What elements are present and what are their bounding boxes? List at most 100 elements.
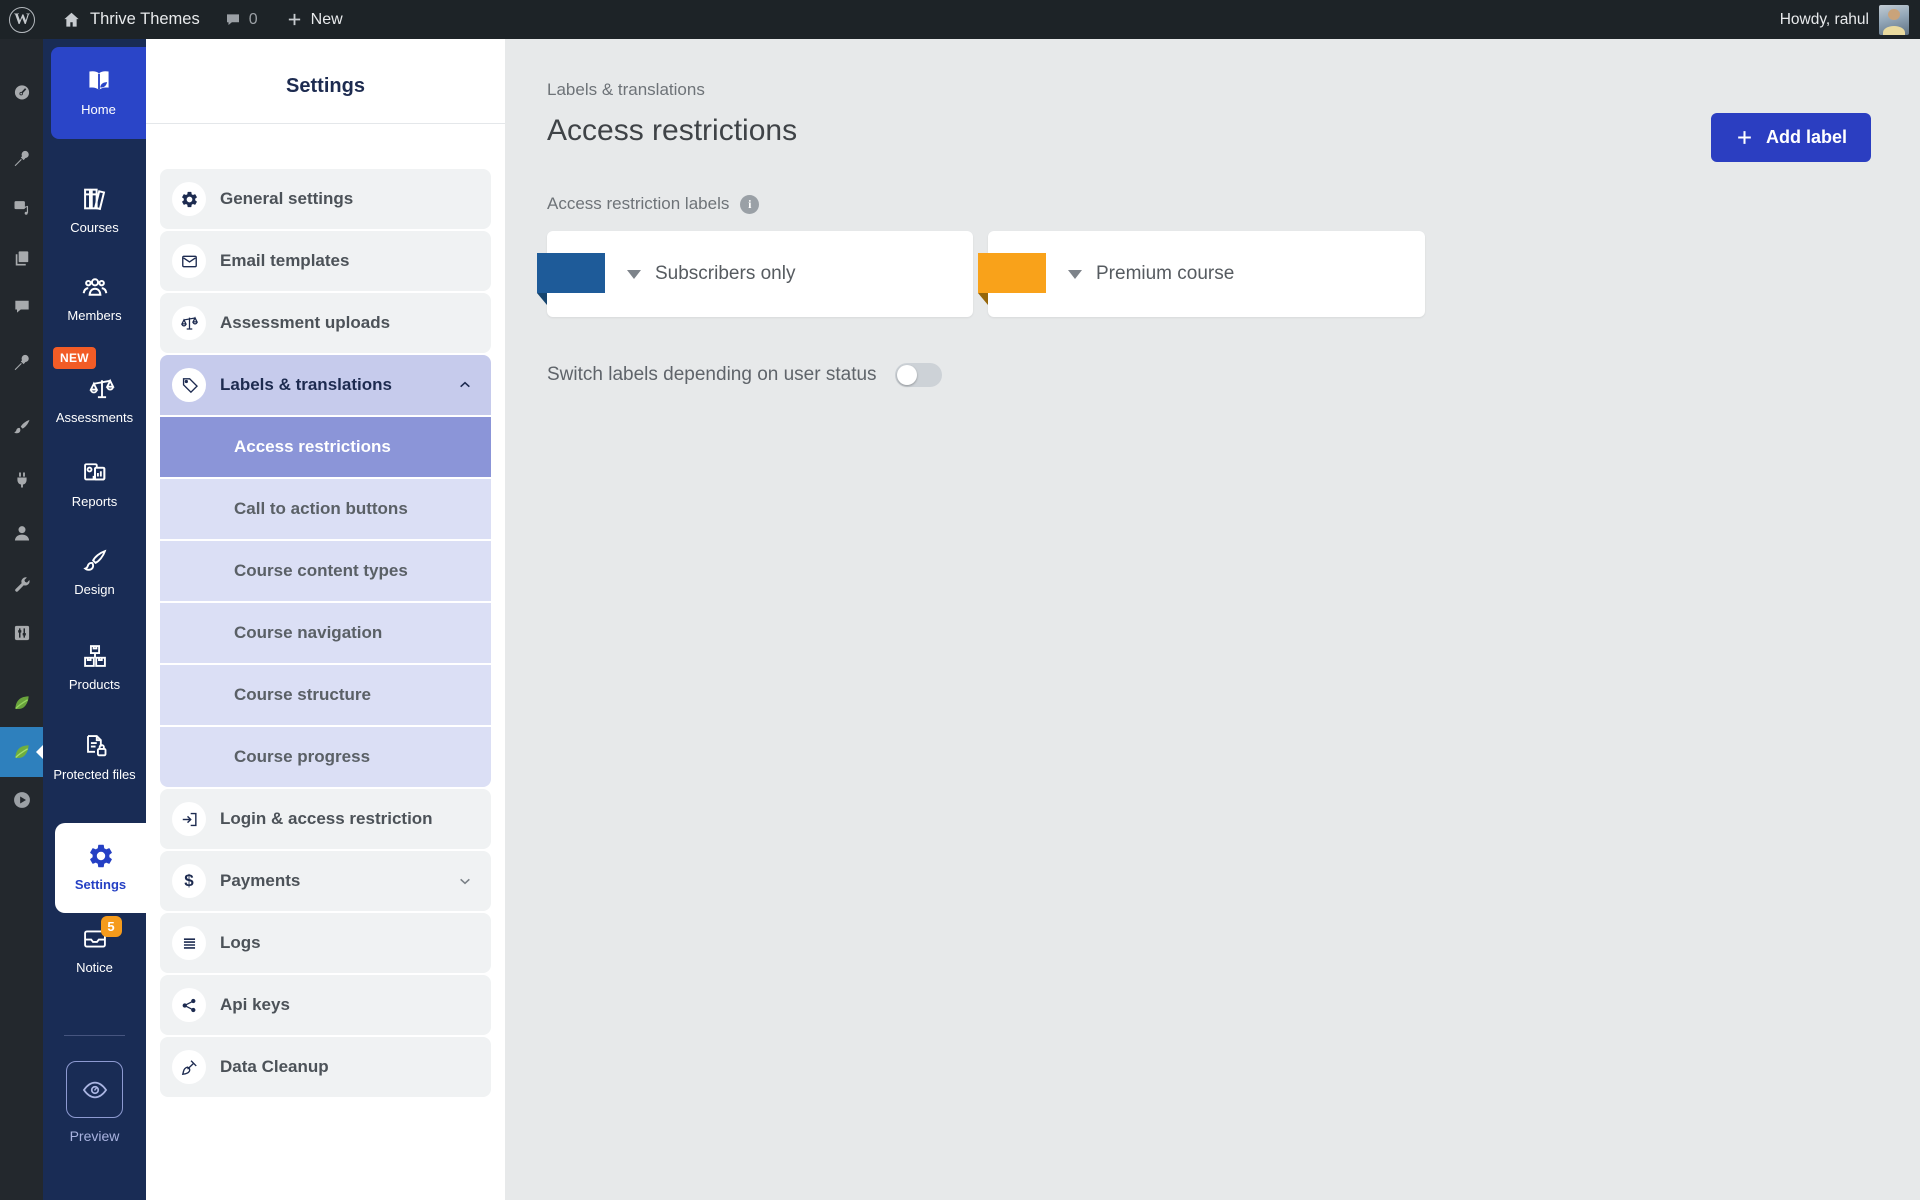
scales-icon bbox=[172, 306, 206, 340]
submenu-item-course-structure[interactable]: Course structure bbox=[160, 665, 491, 725]
add-label-button[interactable]: Add label bbox=[1711, 113, 1871, 162]
menu-label: Assessment uploads bbox=[220, 313, 390, 333]
sidebar-label: Home bbox=[81, 101, 116, 119]
tools-wrench-icon[interactable] bbox=[0, 567, 43, 603]
submenu-label: Call to action buttons bbox=[234, 499, 408, 519]
label-card-subscribers-only[interactable]: Subscribers only bbox=[547, 231, 973, 317]
main-content: Labels & translations Access restriction… bbox=[505, 39, 1920, 1200]
menu-label: Payments bbox=[220, 871, 300, 891]
envelope-icon bbox=[172, 244, 206, 278]
notice-count-badge: 5 bbox=[101, 916, 122, 937]
menu-item-api-keys[interactable]: Api keys bbox=[160, 975, 491, 1035]
sidebar-item-reports[interactable]: Reports bbox=[43, 459, 146, 531]
submenu-label: Course structure bbox=[234, 685, 371, 705]
submenu-item-call-to-action-buttons[interactable]: Call to action buttons bbox=[160, 479, 491, 539]
sidebar-label: Protected files bbox=[53, 766, 135, 784]
submenu-item-course-content-types[interactable]: Course content types bbox=[160, 541, 491, 601]
dropdown-caret-icon[interactable] bbox=[627, 270, 641, 279]
pushpin-icon[interactable] bbox=[0, 344, 43, 380]
submenu-label: Course content types bbox=[234, 561, 408, 581]
sidebar-item-protected-files[interactable]: Protected files bbox=[43, 732, 146, 824]
comments-bubble-icon[interactable] bbox=[0, 289, 43, 325]
sidebar-item-products[interactable]: Products bbox=[43, 642, 146, 714]
sidebar-item-preview[interactable]: Preview bbox=[43, 1061, 146, 1146]
appearance-brush-icon[interactable] bbox=[0, 409, 43, 445]
howdy-user-link[interactable]: Howdy, rahul bbox=[1780, 11, 1869, 29]
users-icon[interactable] bbox=[0, 515, 43, 551]
site-name-link[interactable]: Thrive Themes bbox=[90, 10, 200, 29]
sidebar-divider bbox=[64, 1035, 125, 1036]
sidebar-item-courses[interactable]: Courses bbox=[43, 185, 146, 257]
dropdown-caret-icon[interactable] bbox=[1068, 270, 1082, 279]
wp-admin-bar: W Thrive Themes 0 New Howdy, rahul bbox=[0, 0, 1920, 39]
menu-group-labels-translations[interactable]: Labels & translations bbox=[160, 355, 491, 415]
inbox-icon: 5 bbox=[81, 925, 109, 953]
sidebar-item-notice[interactable]: 5 Notice bbox=[43, 925, 146, 1005]
sidebar-label: Preview bbox=[70, 1127, 120, 1146]
sidebar-item-assessments[interactable]: NEW Assessments bbox=[43, 347, 146, 447]
dashboard-icon[interactable] bbox=[0, 74, 43, 110]
sidebar-item-home[interactable]: Home bbox=[51, 47, 146, 139]
thrive-apprentice-active-icon[interactable] bbox=[0, 727, 43, 777]
pages-icon[interactable] bbox=[0, 240, 43, 276]
sidebar-label: Members bbox=[67, 307, 121, 325]
switch-labels-toggle[interactable] bbox=[895, 363, 942, 387]
tag-icon bbox=[172, 368, 206, 402]
home-icon[interactable] bbox=[62, 10, 81, 29]
submenu-item-course-navigation[interactable]: Course navigation bbox=[160, 603, 491, 663]
login-arrow-icon bbox=[172, 802, 206, 836]
library-icon bbox=[81, 185, 109, 213]
people-icon bbox=[81, 273, 109, 301]
comments-count[interactable]: 0 bbox=[249, 11, 258, 29]
media-icon[interactable] bbox=[0, 189, 43, 225]
plugins-plug-icon[interactable] bbox=[0, 462, 43, 498]
submenu-item-course-progress[interactable]: Course progress bbox=[160, 727, 491, 787]
label-fold bbox=[978, 293, 988, 305]
sidebar-item-members[interactable]: Members bbox=[43, 273, 146, 345]
eye-icon bbox=[66, 1061, 123, 1118]
sidebar-item-design[interactable]: Design bbox=[43, 547, 146, 619]
sidebar-label: Reports bbox=[72, 493, 118, 511]
menu-label: General settings bbox=[220, 189, 353, 209]
section-label: Access restriction labels bbox=[547, 194, 729, 214]
menu-item-email-templates[interactable]: Email templates bbox=[160, 231, 491, 291]
report-docs-icon bbox=[81, 459, 109, 487]
info-icon[interactable]: i bbox=[740, 195, 759, 214]
submenu-label: Course progress bbox=[234, 747, 370, 767]
scales-icon bbox=[88, 375, 116, 403]
plus-icon[interactable] bbox=[286, 11, 303, 28]
comments-icon[interactable] bbox=[224, 11, 242, 29]
menu-label: Logs bbox=[220, 933, 261, 953]
menu-label: Login & access restriction bbox=[220, 809, 433, 829]
video-play-icon[interactable] bbox=[0, 782, 43, 818]
wordpress-logo-icon[interactable]: W bbox=[9, 7, 35, 33]
menu-item-payments[interactable]: $ Payments bbox=[160, 851, 491, 911]
boxes-icon bbox=[81, 642, 109, 670]
submenu-item-access-restrictions[interactable]: Access restrictions bbox=[160, 417, 491, 477]
label-cards: Subscribers only Premium course bbox=[547, 231, 1920, 317]
settings-menu: General settings Email templates Assessm… bbox=[146, 124, 505, 1097]
menu-item-data-cleanup[interactable]: Data Cleanup bbox=[160, 1037, 491, 1097]
label-card-premium-course[interactable]: Premium course bbox=[988, 231, 1425, 317]
label-name: Subscribers only bbox=[655, 263, 795, 285]
new-content-link[interactable]: New bbox=[311, 11, 343, 29]
thrive-leaf-icon[interactable] bbox=[0, 685, 43, 721]
chevron-down-icon bbox=[457, 873, 473, 889]
avatar[interactable] bbox=[1879, 5, 1909, 35]
sidebar-item-settings[interactable]: Settings bbox=[55, 823, 146, 913]
chevron-up-icon bbox=[457, 377, 473, 393]
settings-sliders-icon[interactable] bbox=[0, 615, 43, 651]
sidebar-label: Settings bbox=[75, 876, 126, 894]
menu-item-general-settings[interactable]: General settings bbox=[160, 169, 491, 229]
menu-item-login-access-restriction[interactable]: Login & access restriction bbox=[160, 789, 491, 849]
wp-admin-sidebar bbox=[0, 39, 43, 1200]
sidebar-label: Products bbox=[69, 676, 120, 694]
sidebar-label: Courses bbox=[70, 219, 118, 237]
dollar-icon: $ bbox=[172, 864, 206, 898]
menu-label: Api keys bbox=[220, 995, 290, 1015]
menu-item-logs[interactable]: Logs bbox=[160, 913, 491, 973]
menu-item-assessment-uploads[interactable]: Assessment uploads bbox=[160, 293, 491, 353]
pushpin-icon[interactable] bbox=[0, 140, 43, 176]
submenu-label: Course navigation bbox=[234, 623, 382, 643]
label-name: Premium course bbox=[1096, 263, 1234, 285]
